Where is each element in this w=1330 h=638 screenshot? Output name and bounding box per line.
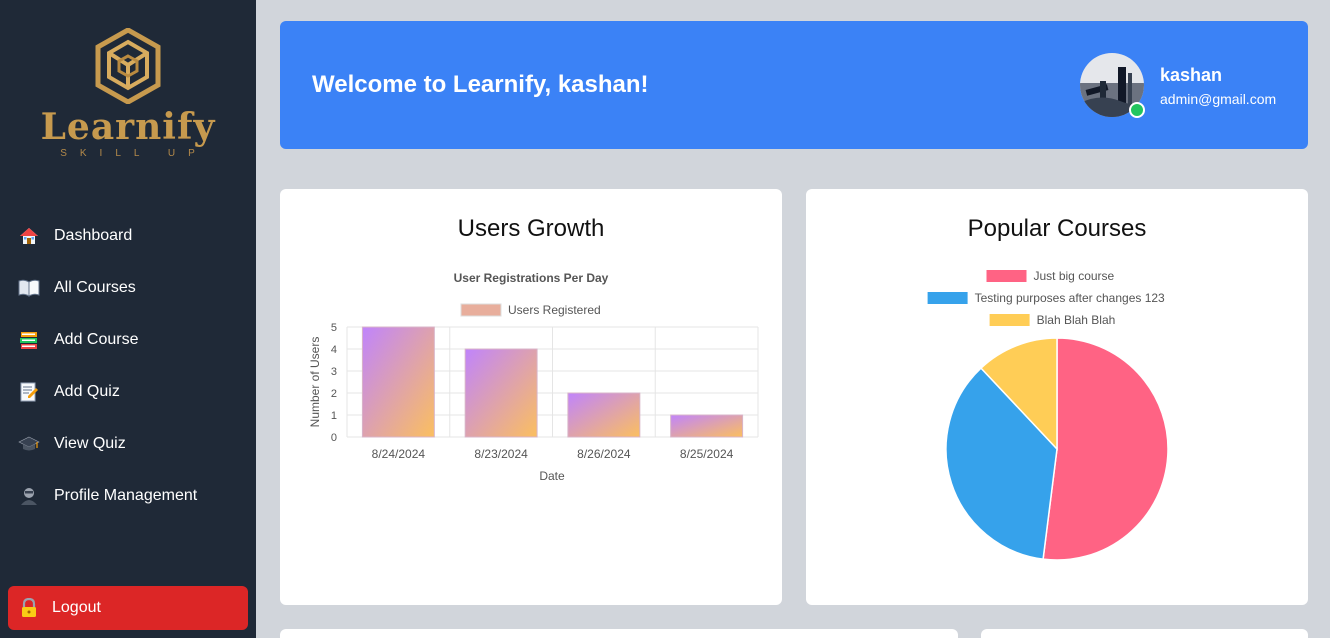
sidebar-item-dashboard[interactable]: Dashboard [0, 210, 256, 262]
user-email: admin@gmail.com [1160, 91, 1277, 107]
bar [464, 348, 538, 438]
graduation-cap-icon [18, 433, 40, 455]
x-tick-label: 8/25/2024 [680, 447, 734, 461]
user-icon [18, 485, 40, 507]
x-tick-label: 8/23/2024 [474, 447, 528, 461]
popular-courses-chart: Just big course Testing purposes after ch… [927, 269, 1169, 561]
legend-label: Blah Blah Blah [1037, 313, 1116, 327]
house-icon [18, 225, 40, 247]
books-icon [18, 329, 40, 351]
logout-button[interactable]: Logout [8, 586, 248, 630]
legend-swatch [986, 270, 1027, 282]
legend-swatch [989, 314, 1030, 326]
online-status-indicator [1129, 102, 1145, 118]
y-tick-label: 4 [331, 344, 337, 356]
sidebar-item-label: Dashboard [54, 227, 133, 244]
chart-title: User Registrations Per Day [454, 271, 609, 285]
x-axis-label: Date [539, 469, 565, 483]
sidebar-item-label: View Quiz [54, 435, 126, 452]
x-tick-label: 8/26/2024 [577, 447, 631, 461]
legend-label: Testing purposes after changes 123 [975, 291, 1165, 305]
welcome-message: Welcome to Learnify, kashan! [312, 71, 649, 98]
sidebar-item-label: Add Quiz [54, 383, 120, 400]
x-tick-label: 8/24/2024 [372, 447, 426, 461]
sidebar-item-profile-management[interactable]: Profile Management [0, 470, 256, 522]
legend-label: Just big course [1034, 269, 1115, 283]
sidebar-item-add-quiz[interactable]: Add Quiz [0, 366, 256, 418]
logout-label: Logout [52, 599, 101, 616]
bottom-card-left [280, 629, 958, 638]
sidebar-item-add-course[interactable]: Add Course [0, 314, 256, 366]
sidebar-nav: Dashboard All Courses Add Course Add Qui… [0, 210, 256, 522]
sidebar-item-label: Profile Management [54, 487, 198, 504]
welcome-banner: Welcome to Learnify, kashan! kashan admi… [280, 21, 1308, 149]
sidebar-item-label: Add Course [54, 331, 139, 348]
brand-name: Learnify [40, 106, 216, 148]
y-tick-label: 2 [331, 388, 337, 400]
y-axis-label: Number of Users [308, 337, 322, 428]
users-growth-chart: User Registrations Per Day Users Registe… [308, 271, 759, 483]
sidebar-item-view-quiz[interactable]: View Quiz [0, 418, 256, 470]
hexagon-cube-icon [95, 28, 161, 104]
bar [670, 414, 744, 438]
y-tick-label: 5 [331, 322, 337, 334]
legend-swatch [927, 292, 968, 304]
brand-logo[interactable]: Learnify SKILL UP [0, 28, 256, 159]
popular-courses-card: Popular Courses Just big course Testing p… [806, 189, 1308, 605]
brand-tagline: SKILL UP [60, 148, 208, 159]
bottom-card-right [981, 629, 1308, 638]
lock-icon [18, 597, 40, 619]
memo-icon [18, 381, 40, 403]
avatar[interactable] [1080, 53, 1145, 118]
sidebar-item-label: All Courses [54, 279, 136, 296]
legend-label: Users Registered [508, 303, 601, 317]
y-tick-label: 3 [331, 366, 337, 378]
bar [361, 326, 435, 438]
pie-slice [1042, 337, 1169, 561]
sidebar-item-all-courses[interactable]: All Courses [0, 262, 256, 314]
y-tick-label: 0 [331, 432, 337, 444]
bar [567, 392, 641, 438]
user-name: kashan [1160, 65, 1223, 85]
legend-swatch [460, 303, 502, 317]
open-book-icon [18, 277, 40, 299]
users-growth-card: Users Growth User Registrations Per Day … [280, 189, 782, 605]
y-tick-label: 1 [331, 410, 337, 422]
sidebar: Learnify SKILL UP Dashboard All Courses … [0, 0, 256, 638]
